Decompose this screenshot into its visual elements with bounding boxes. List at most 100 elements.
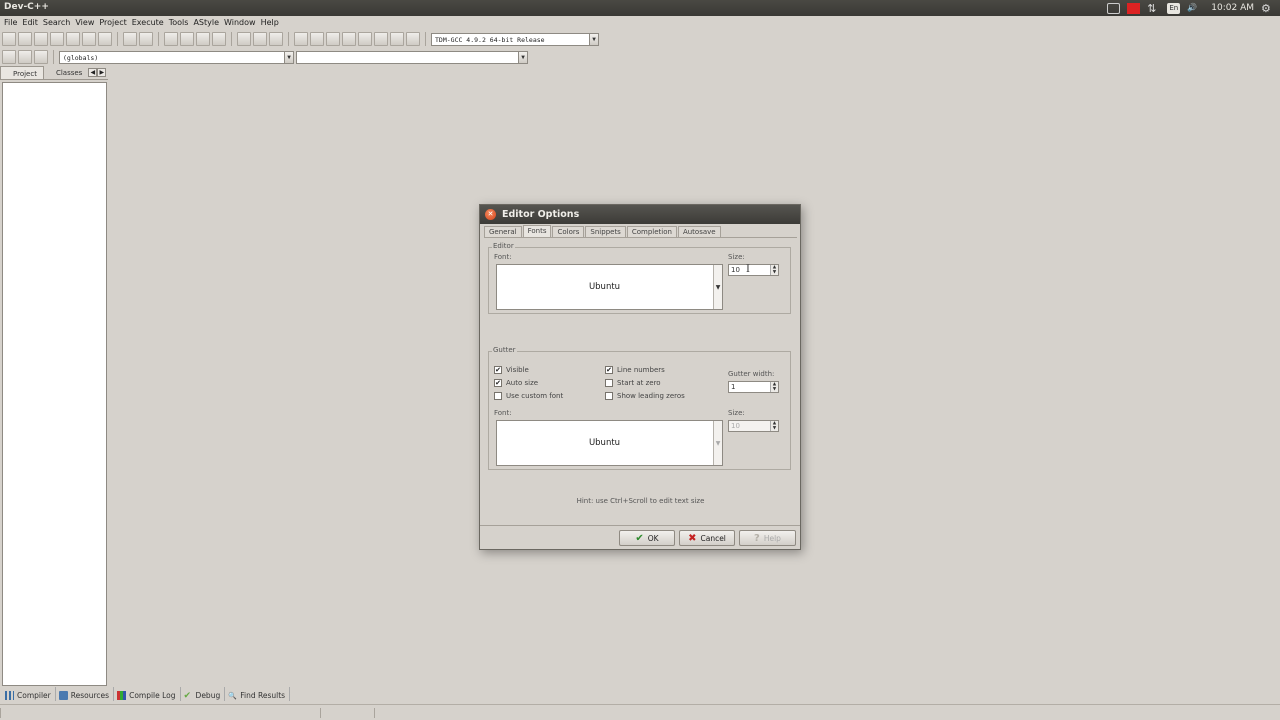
save-button[interactable] [34, 32, 48, 46]
find-button[interactable] [164, 32, 178, 46]
spinner-arrows-icon[interactable]: ▲ ▼ [770, 382, 778, 392]
ok-button[interactable]: ✔ OK [619, 530, 675, 546]
gutter-width-spinner[interactable]: 1 ▲ ▼ [728, 381, 779, 393]
tab-find-results[interactable]: Find Results [225, 687, 291, 701]
line-numbers-checkbox-box[interactable]: ✔ [605, 366, 613, 374]
use-custom-font-checkbox-box[interactable] [494, 392, 502, 400]
line-numbers-checkbox[interactable]: ✔ Line numbers [605, 366, 665, 374]
delete-profile-button[interactable] [406, 32, 420, 46]
run-button[interactable] [310, 32, 324, 46]
stop-execution-button[interactable] [374, 32, 388, 46]
toggle-bookmark-button[interactable] [34, 50, 48, 64]
tab-project[interactable]: Project [0, 66, 44, 79]
text-cursor-icon: I [746, 264, 750, 275]
show-leading-zeros-checkbox-box[interactable] [605, 392, 613, 400]
tab-colors[interactable]: Colors [552, 226, 585, 237]
close-icon[interactable]: ✕ [485, 209, 496, 220]
start-at-zero-checkbox-box[interactable] [605, 379, 613, 387]
tab-snippets[interactable]: Snippets [585, 226, 626, 237]
network-icon[interactable] [1107, 2, 1121, 14]
volume-icon[interactable] [1187, 3, 1200, 14]
find-next-button[interactable] [196, 32, 210, 46]
chevron-down-icon[interactable]: ▼ [713, 265, 722, 309]
undo-button[interactable] [123, 32, 137, 46]
help-button[interactable]: ? Help [739, 530, 796, 546]
tab-fonts[interactable]: Fonts [522, 225, 552, 237]
app-title: Dev-C++ [4, 2, 49, 12]
replace-button[interactable] [180, 32, 194, 46]
menu-view[interactable]: View [73, 16, 97, 30]
tab-classes[interactable]: Classes [44, 66, 88, 79]
compile-button[interactable] [294, 32, 308, 46]
keyboard-language-indicator[interactable]: En [1167, 2, 1181, 14]
visible-checkbox-box[interactable]: ✔ [494, 366, 502, 374]
goto-line-button[interactable] [212, 32, 226, 46]
spinner-arrows-icon[interactable]: ▲ ▼ [770, 421, 778, 431]
function-select[interactable]: ▼ [296, 50, 528, 64]
chevron-down-icon[interactable]: ▼ [589, 33, 598, 45]
profile-button[interactable] [390, 32, 404, 46]
close-all-button[interactable] [82, 32, 96, 46]
toolbar-separator [158, 32, 159, 46]
use-custom-font-checkbox[interactable]: Use custom font [494, 392, 563, 400]
clock[interactable]: 10:02 AM [1211, 3, 1254, 13]
new-file-button[interactable] [2, 32, 16, 46]
auto-size-checkbox[interactable]: ✔ Auto size [494, 379, 538, 387]
close-file-button[interactable] [66, 32, 80, 46]
menu-file[interactable]: File [2, 16, 20, 30]
menu-execute[interactable]: Execute [130, 16, 167, 30]
insert-button[interactable] [2, 50, 16, 64]
save-all-button[interactable] [50, 32, 64, 46]
gutter-font-select[interactable]: Ubuntu ▼ [496, 420, 723, 466]
menu-project[interactable]: Project [97, 16, 129, 30]
chevron-down-icon[interactable]: ▼ [713, 421, 722, 465]
settings-gear-icon[interactable] [1261, 3, 1274, 14]
indent-button[interactable] [253, 32, 267, 46]
editor-size-spinner[interactable]: 10 I ▲ ▼ [728, 264, 779, 276]
print-button[interactable] [98, 32, 112, 46]
visible-checkbox[interactable]: ✔ Visible [494, 366, 529, 374]
tab-completion[interactable]: Completion [626, 226, 677, 237]
tab-autosave[interactable]: Autosave [677, 226, 721, 237]
chevron-down-icon[interactable]: ▼ [518, 51, 527, 63]
unindent-button[interactable] [237, 32, 251, 46]
auto-size-checkbox-box[interactable]: ✔ [494, 379, 502, 387]
tab-general[interactable]: General [484, 226, 522, 237]
dialog-titlebar[interactable]: ✕ Editor Options [480, 205, 800, 224]
compiler-select[interactable]: TDM-GCC 4.9.2 64-bit Release ▼ [431, 32, 599, 46]
transfer-icon[interactable] [1147, 3, 1160, 14]
goto-bookmark-button[interactable] [18, 50, 32, 64]
gutter-group-label: Gutter [492, 346, 517, 354]
menu-help[interactable]: Help [259, 16, 282, 30]
tab-resources[interactable]: Resources [56, 687, 115, 701]
menu-window[interactable]: Window [222, 16, 259, 30]
tab-scroll-left-icon[interactable]: ◀ [88, 68, 98, 77]
project-tree[interactable] [2, 82, 107, 686]
redo-button[interactable] [139, 32, 153, 46]
open-button[interactable] [18, 32, 32, 46]
tab-debug[interactable]: Debug [181, 687, 226, 701]
compile-run-button[interactable] [326, 32, 340, 46]
tab-compiler[interactable]: Compiler [2, 687, 56, 701]
chevron-down-icon[interactable]: ▼ [284, 51, 293, 63]
show-leading-zeros-checkbox[interactable]: Show leading zeros [605, 392, 685, 400]
editor-size-value: 10 [731, 266, 740, 274]
editor-group-label: Editor [492, 242, 515, 250]
start-at-zero-checkbox[interactable]: Start at zero [605, 379, 661, 387]
tab-compile-log[interactable]: Compile Log [114, 687, 181, 701]
syntax-check-button[interactable] [358, 32, 372, 46]
scope-select[interactable]: (globals) ▼ [59, 50, 294, 64]
menu-search[interactable]: Search [41, 16, 73, 30]
gutter-size-spinner[interactable]: 10 ▲ ▼ [728, 420, 779, 432]
menu-tools[interactable]: Tools [167, 16, 192, 30]
indicator-icon[interactable] [1127, 2, 1141, 14]
toggle-comment-button[interactable] [269, 32, 283, 46]
editor-font-select[interactable]: Ubuntu ▼ [496, 264, 723, 310]
toolbar-separator [53, 50, 54, 64]
rebuild-all-button[interactable] [342, 32, 356, 46]
cancel-button[interactable]: ✖ Cancel [679, 530, 735, 546]
menu-astyle[interactable]: AStyle [191, 16, 222, 30]
tab-scroll-right-icon[interactable]: ▶ [97, 68, 107, 77]
spinner-arrows-icon[interactable]: ▲ ▼ [770, 265, 778, 275]
menu-edit[interactable]: Edit [20, 16, 41, 30]
